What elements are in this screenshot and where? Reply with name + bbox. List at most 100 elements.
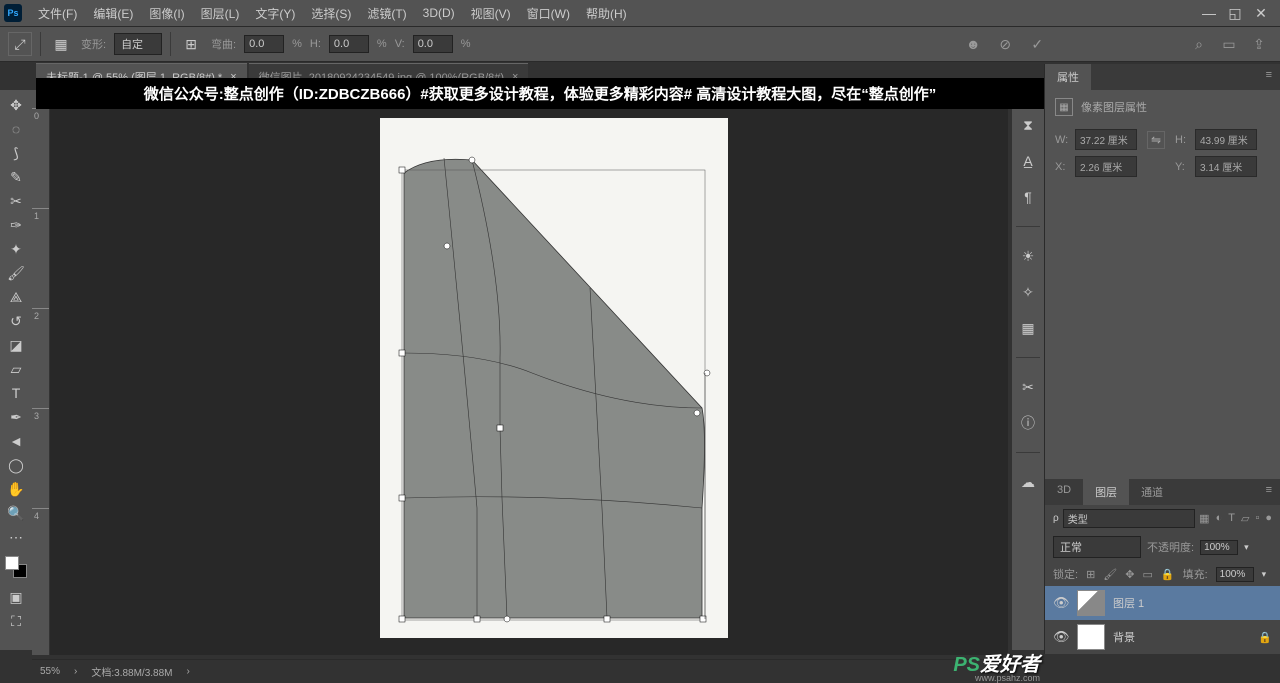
stamp-tool[interactable]: ⟁ xyxy=(3,286,29,308)
layer-thumbnail[interactable] xyxy=(1077,590,1105,616)
menu-image[interactable]: 图像(I) xyxy=(141,5,192,22)
share-icon[interactable]: ⇪ xyxy=(1250,35,1268,53)
menu-select[interactable]: 选择(S) xyxy=(303,5,359,22)
tab-3d[interactable]: 3D xyxy=(1045,479,1083,505)
quick-select-tool[interactable]: ✎ xyxy=(3,166,29,188)
lock-position-icon[interactable]: ✥ xyxy=(1125,568,1134,581)
ruler-vertical[interactable]: 01234 xyxy=(32,108,50,655)
shape-tool[interactable]: ◯ xyxy=(3,454,29,476)
warp-shape[interactable] xyxy=(402,158,707,623)
x-value[interactable]: 2.26 厘米 xyxy=(1075,156,1137,177)
menu-filter[interactable]: 滤镜(T) xyxy=(359,5,414,22)
crop-tool[interactable]: ✂ xyxy=(3,190,29,212)
menu-window[interactable]: 窗口(W) xyxy=(519,5,578,22)
chevron-right-icon[interactable]: › xyxy=(187,666,190,677)
orientation-icon[interactable]: ⊞ xyxy=(179,32,203,56)
lasso-tool[interactable]: ⟆ xyxy=(3,142,29,164)
fill-chevron-icon[interactable]: ▾ xyxy=(1262,569,1267,580)
w-value[interactable]: 37.22 厘米 xyxy=(1075,129,1137,150)
screenmode-tool[interactable]: ⛶ xyxy=(3,610,29,632)
blend-mode-select[interactable]: 正常 xyxy=(1053,536,1141,558)
panel-menu-icon[interactable]: ≡ xyxy=(1258,479,1280,505)
visibility-icon[interactable]: 👁 xyxy=(1053,595,1069,611)
eraser-tool[interactable]: ◪ xyxy=(3,334,29,356)
layer-thumbnail[interactable] xyxy=(1077,624,1105,650)
hand-tool[interactable]: ✋ xyxy=(3,478,29,500)
maximize-icon[interactable]: ◱ xyxy=(1228,6,1242,20)
pen-tool[interactable]: ✒ xyxy=(3,406,29,428)
cancel-transform-icon[interactable]: ⊘ xyxy=(996,35,1014,53)
workspace-icon[interactable]: ▭ xyxy=(1220,35,1238,53)
v-input[interactable]: 0.0 xyxy=(413,35,453,53)
swatches-panel-icon[interactable]: ▦ xyxy=(1017,317,1039,339)
panel-menu-icon[interactable]: ≡ xyxy=(1258,64,1280,90)
eyedropper-tool[interactable]: ✑ xyxy=(3,214,29,236)
filter-adjust-icon[interactable]: ◐ xyxy=(1216,512,1223,525)
libraries-panel-icon[interactable]: ☁ xyxy=(1017,471,1039,493)
artboard[interactable] xyxy=(380,118,728,638)
opacity-value[interactable]: 100% xyxy=(1200,540,1238,555)
mesh-preset-icon[interactable]: ▦ xyxy=(49,32,73,56)
adjustments-panel-icon[interactable]: ☀ xyxy=(1017,245,1039,267)
marquee-tool[interactable]: ◌ xyxy=(3,118,29,140)
lock-all-icon[interactable]: 🔒 xyxy=(1161,568,1175,581)
filter-icon[interactable]: ρ xyxy=(1053,513,1059,524)
visibility-icon[interactable]: 👁 xyxy=(1053,629,1069,645)
lock-artboard-icon[interactable]: ▭ xyxy=(1142,568,1152,581)
info-panel-icon[interactable]: ⓘ xyxy=(1017,412,1039,434)
gradient-tool[interactable]: ▱ xyxy=(3,358,29,380)
history-brush-tool[interactable]: ↺ xyxy=(3,310,29,332)
doc-info[interactable]: 文档:3.88M/3.88M xyxy=(91,664,172,679)
bend-input[interactable]: 0.0 xyxy=(244,35,284,53)
healing-tool[interactable]: ✦ xyxy=(3,238,29,260)
opacity-chevron-icon[interactable]: ▾ xyxy=(1244,542,1249,553)
menu-help[interactable]: 帮助(H) xyxy=(578,5,635,22)
foreground-color[interactable] xyxy=(5,556,19,570)
tab-layers[interactable]: 图层 xyxy=(1083,479,1129,505)
warp-tool-icon[interactable]: ⤢ xyxy=(8,32,32,56)
layer-item[interactable]: 👁 背景 🔒 xyxy=(1045,620,1280,654)
puppet-icon[interactable]: ☻ xyxy=(964,35,982,53)
layer-item[interactable]: 👁 图层 1 xyxy=(1045,586,1280,620)
history-panel-icon[interactable]: ⧗ xyxy=(1017,114,1039,136)
filter-smart-icon[interactable]: ▫ xyxy=(1255,512,1259,525)
path-select-tool[interactable]: ◄ xyxy=(3,430,29,452)
menu-file[interactable]: 文件(F) xyxy=(30,5,85,22)
lock-transparency-icon[interactable]: ⊞ xyxy=(1086,568,1095,581)
link-dimensions-icon[interactable]: ⇋ xyxy=(1147,131,1165,149)
commit-transform-icon[interactable]: ✓ xyxy=(1028,35,1046,53)
minimize-icon[interactable]: — xyxy=(1202,6,1216,20)
h-value[interactable]: 43.99 厘米 xyxy=(1195,129,1257,150)
brush-tool[interactable]: 🖌 xyxy=(3,262,29,284)
search-icon[interactable]: ⌕ xyxy=(1190,35,1208,53)
character-panel-icon[interactable]: A̲ xyxy=(1017,150,1039,172)
layer-name[interactable]: 图层 1 xyxy=(1113,595,1144,611)
menu-3d[interactable]: 3D(D) xyxy=(415,6,463,20)
filter-type-icon[interactable]: T xyxy=(1228,512,1235,525)
styles-panel-icon[interactable]: ✧ xyxy=(1017,281,1039,303)
quickmask-tool[interactable]: ▣ xyxy=(3,586,29,608)
tab-channels[interactable]: 通道 xyxy=(1129,479,1175,505)
zoom-tool[interactable]: 🔍 xyxy=(3,502,29,524)
edit-toolbar[interactable]: ⋯ xyxy=(3,526,29,548)
layer-name[interactable]: 背景 xyxy=(1113,629,1135,645)
transform-mode-select[interactable]: 自定 xyxy=(114,33,162,55)
lock-pixels-icon[interactable]: 🖌 xyxy=(1103,568,1117,581)
menu-layer[interactable]: 图层(L) xyxy=(193,5,248,22)
filter-pixel-icon[interactable]: ▦ xyxy=(1199,512,1209,525)
paragraph-panel-icon[interactable]: ¶ xyxy=(1017,186,1039,208)
menu-view[interactable]: 视图(V) xyxy=(463,5,519,22)
menu-type[interactable]: 文字(Y) xyxy=(247,5,303,22)
y-value[interactable]: 3.14 厘米 xyxy=(1195,156,1257,177)
tab-properties[interactable]: 属性 xyxy=(1045,64,1091,90)
chevron-right-icon[interactable]: › xyxy=(74,666,77,677)
close-icon[interactable]: ✕ xyxy=(1254,6,1268,20)
h-input[interactable]: 0.0 xyxy=(329,35,369,53)
zoom-level[interactable]: 55% xyxy=(40,666,60,677)
fill-value[interactable]: 100% xyxy=(1216,567,1254,582)
type-tool[interactable]: T xyxy=(3,382,29,404)
actions-panel-icon[interactable]: ✂ xyxy=(1017,376,1039,398)
color-swatch[interactable] xyxy=(5,556,27,578)
filter-type-select[interactable]: 类型 xyxy=(1063,509,1195,528)
filter-toggle-icon[interactable]: ● xyxy=(1265,512,1272,525)
